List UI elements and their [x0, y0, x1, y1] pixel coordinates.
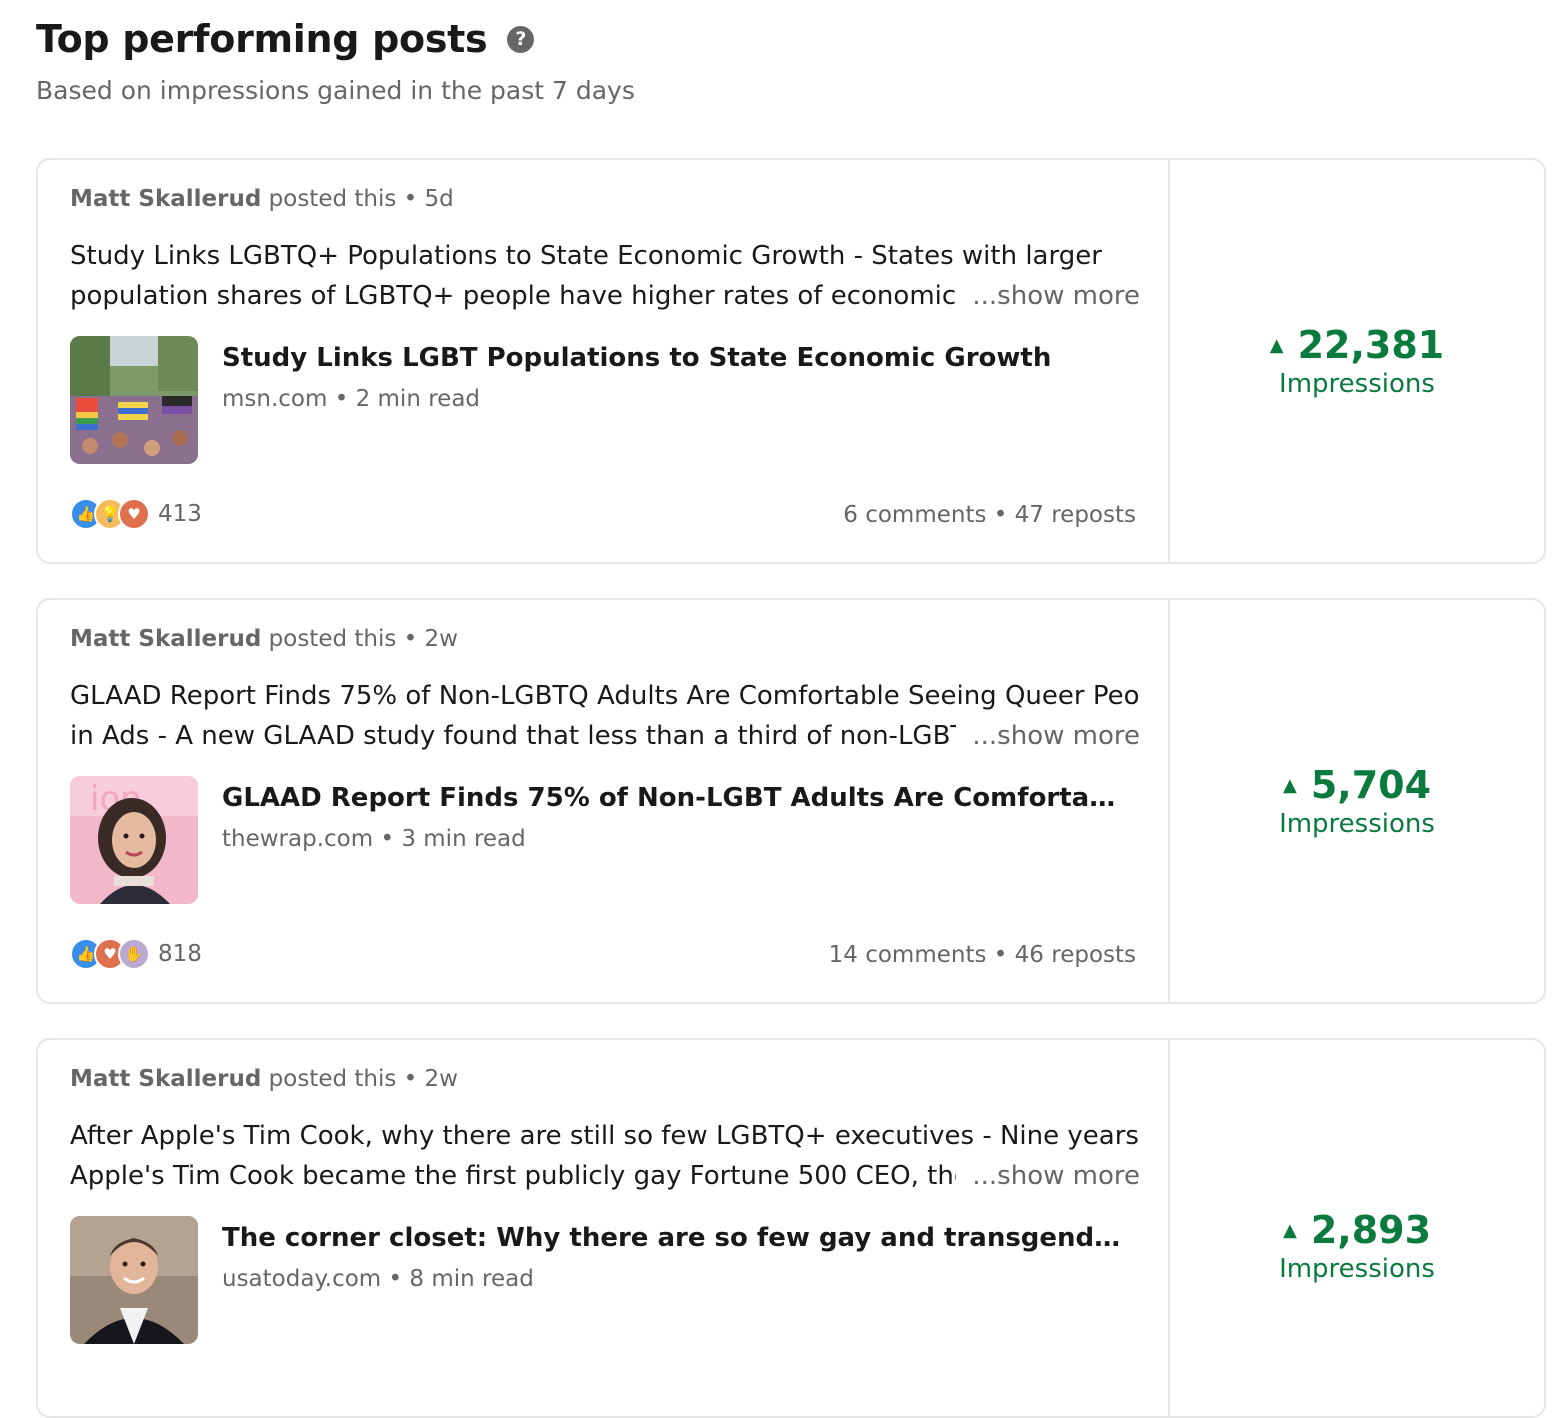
impressions-stat: ▲ 2,893 Impressions [1279, 1208, 1435, 1284]
post-text-truncated: in Ads - A new GLAAD study found that le… [70, 721, 957, 751]
article-title[interactable]: The corner closet: Why there are so few … [222, 1220, 1132, 1256]
impressions-stat: ▲ 5,704 Impressions [1279, 763, 1435, 839]
post-text: GLAAD Report Finds 75% of Non-LGBTQ Adul… [70, 676, 1140, 756]
impressions-label: Impressions [1279, 809, 1435, 839]
impressions-panel: ▲ 2,893 Impressions [1170, 1040, 1544, 1416]
reactions[interactable]: 👍 💡 ♥ 413 [70, 498, 202, 530]
engagement-stats[interactable]: 14 comments • 46 reposts [829, 942, 1136, 968]
help-icon[interactable]: ? [507, 25, 535, 53]
up-arrow-icon: ▲ [1269, 334, 1284, 356]
show-more-link[interactable]: ...show more [972, 1156, 1140, 1196]
post-card[interactable]: Matt Skallerud posted this • 5d Study Li… [36, 158, 1546, 564]
post-text-line: After Apple's Tim Cook, why there are st… [70, 1121, 1140, 1151]
post-age: • 5d [403, 186, 454, 212]
post-meta: Matt Skallerud posted this • 2w [70, 626, 458, 652]
article-preview[interactable]: ion GLAAD Report Finds 75% of Non-LGBT A… [70, 776, 1132, 904]
impressions-panel: ▲ 5,704 Impressions [1170, 600, 1544, 1002]
impressions-stat: ▲ 22,381 Impressions [1270, 323, 1444, 399]
impressions-value-row: ▲ 5,704 [1279, 763, 1435, 807]
post-card[interactable]: Matt Skallerud posted this • 2w After Ap… [36, 1038, 1546, 1418]
article-title[interactable]: GLAAD Report Finds 75% of Non-LGBT Adult… [222, 780, 1132, 816]
reaction-count[interactable]: 413 [158, 501, 202, 527]
reactions[interactable]: 👍 ♥ ✋ 818 [70, 938, 202, 970]
article-thumbnail[interactable]: ion [70, 776, 198, 904]
up-arrow-icon: ▲ [1282, 774, 1297, 796]
impressions-label: Impressions [1279, 1254, 1435, 1284]
article-thumbnail[interactable] [70, 1216, 198, 1344]
article-info: GLAAD Report Finds 75% of Non-LGBT Adult… [222, 780, 1132, 904]
post-age: • 2w [403, 626, 458, 652]
posted-text: posted this [268, 1066, 397, 1092]
post-author[interactable]: Matt Skallerud [70, 1066, 261, 1092]
article-source: msn.com • 2 min read [222, 386, 481, 412]
love-icon: ♥ [118, 498, 150, 530]
impressions-value-row: ▲ 22,381 [1270, 323, 1444, 367]
post-text: After Apple's Tim Cook, why there are st… [70, 1116, 1140, 1196]
post-card[interactable]: Matt Skallerud posted this • 2w GLAAD Re… [36, 598, 1546, 1004]
article-source: usatoday.com • 8 min read [222, 1266, 534, 1292]
section-header: Top performing posts ? Based on impressi… [36, 14, 635, 105]
article-info: Study Links LGBT Populations to State Ec… [222, 340, 1132, 464]
post-meta: Matt Skallerud posted this • 2w [70, 1066, 458, 1092]
post-text: Study Links LGBTQ+ Populations to State … [70, 236, 1140, 316]
support-icon: ✋ [118, 938, 150, 970]
impressions-value: 2,893 [1310, 1208, 1432, 1252]
posted-text: posted this [268, 626, 397, 652]
show-more-link[interactable]: ...show more [972, 276, 1140, 316]
reaction-count[interactable]: 818 [158, 941, 202, 967]
impressions-value-row: ▲ 2,893 [1279, 1208, 1435, 1252]
page-subtitle: Based on impressions gained in the past … [36, 76, 635, 105]
article-title[interactable]: Study Links LGBT Populations to State Ec… [222, 340, 1132, 376]
post-text-truncated: Apple's Tim Cook became the first public… [70, 1161, 957, 1191]
article-preview[interactable]: The corner closet: Why there are so few … [70, 1216, 1132, 1344]
article-thumbnail[interactable] [70, 336, 198, 464]
posted-text: posted this [268, 186, 397, 212]
impressions-panel: ▲ 22,381 Impressions [1170, 160, 1544, 562]
post-text-line: Apple's Tim Cook became the first public… [70, 1156, 1140, 1196]
impressions-label: Impressions [1279, 369, 1435, 399]
up-arrow-icon: ▲ [1282, 1219, 1297, 1241]
post-age: • 2w [403, 1066, 458, 1092]
page-title: Top performing posts [36, 17, 488, 61]
post-text-line: in Ads - A new GLAAD study found that le… [70, 716, 1140, 756]
article-source: thewrap.com • 3 min read [222, 826, 526, 852]
article-preview[interactable]: Study Links LGBT Populations to State Ec… [70, 336, 1132, 464]
post-author[interactable]: Matt Skallerud [70, 626, 261, 652]
post-content: Matt Skallerud posted this • 2w GLAAD Re… [38, 600, 1170, 1002]
post-meta: Matt Skallerud posted this • 5d [70, 186, 454, 212]
impressions-value: 5,704 [1310, 763, 1432, 807]
post-author[interactable]: Matt Skallerud [70, 186, 261, 212]
post-text-line: population shares of LGBTQ+ people have … [70, 276, 1140, 316]
impressions-value: 22,381 [1297, 323, 1445, 367]
post-text-truncated: population shares of LGBTQ+ people have … [70, 281, 957, 311]
engagement-stats[interactable]: 6 comments • 47 reposts [843, 502, 1136, 528]
show-more-link[interactable]: ...show more [972, 716, 1140, 756]
post-content: Matt Skallerud posted this • 2w After Ap… [38, 1040, 1170, 1416]
article-info: The corner closet: Why there are so few … [222, 1220, 1132, 1344]
title-row: Top performing posts ? [36, 14, 635, 64]
post-text-line: GLAAD Report Finds 75% of Non-LGBTQ Adul… [70, 681, 1140, 711]
post-text-line: Study Links LGBTQ+ Populations to State … [70, 241, 1102, 271]
post-content: Matt Skallerud posted this • 5d Study Li… [38, 160, 1170, 562]
